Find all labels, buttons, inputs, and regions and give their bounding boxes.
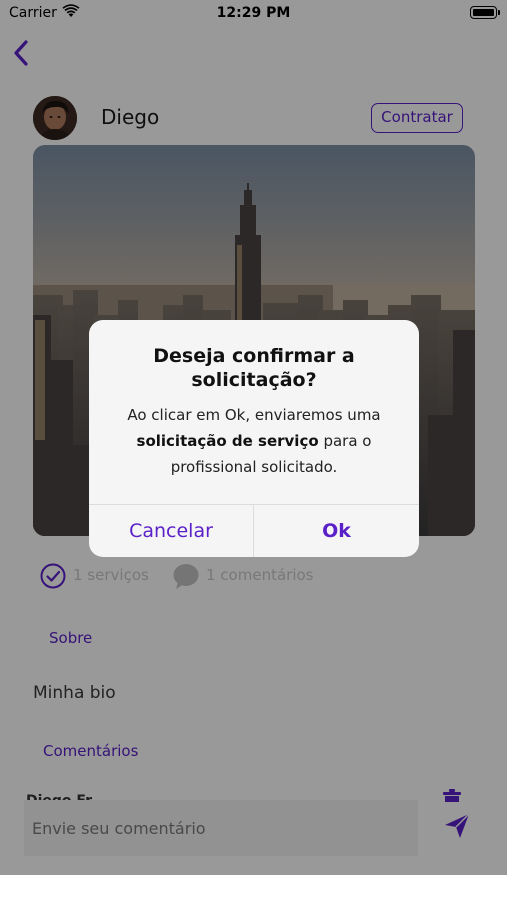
dialog-actions: Cancelar Ok: [89, 504, 419, 557]
profile-screen: Carrier 12:29 PM Diego Contratar 1 servi…: [0, 0, 507, 875]
dialog-message-emphasis: solicitação de serviço: [136, 432, 319, 450]
confirm-dialog: Deseja confirmar a solicitação? Ao clica…: [89, 320, 419, 557]
dialog-message-start: Ao clicar em Ok, enviaremos uma: [127, 406, 381, 424]
cancel-button[interactable]: Cancelar: [89, 505, 253, 557]
ok-button[interactable]: Ok: [254, 505, 419, 557]
dialog-title: Deseja confirmar a solicitação?: [153, 345, 355, 391]
dialog-message: Ao clicar em Ok, enviaremos uma solicita…: [105, 402, 403, 480]
